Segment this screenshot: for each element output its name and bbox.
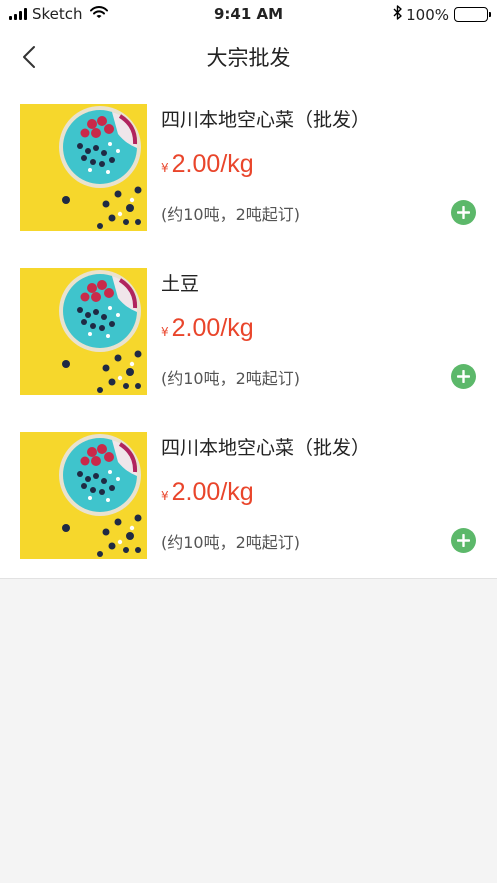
battery-icon	[454, 7, 491, 22]
product-image	[20, 104, 147, 231]
add-to-cart-button[interactable]	[451, 200, 476, 225]
price-unit: /kg	[220, 150, 254, 178]
product-note: (约10吨，2吨起订)	[161, 369, 301, 388]
price-unit: /kg	[220, 314, 254, 342]
product-image	[20, 432, 147, 559]
price-unit: /kg	[220, 478, 254, 506]
product-item[interactable]: 四川本地空心菜（批发） ¥ 2.00 /kg (约10吨，2吨起订)	[0, 412, 497, 576]
page-title: 大宗批发	[206, 46, 291, 70]
price-currency: ¥	[161, 325, 169, 339]
price-currency: ¥	[161, 489, 169, 503]
plus-icon	[457, 370, 470, 383]
add-to-cart-button[interactable]	[451, 528, 476, 553]
battery-percent: 100%	[406, 5, 449, 24]
plus-icon	[457, 206, 470, 219]
bluetooth-icon	[393, 5, 402, 24]
price-amount: 2.00	[171, 478, 221, 506]
add-to-cart-button[interactable]	[451, 364, 476, 389]
product-price: ¥ 2.00 /kg	[161, 150, 254, 179]
product-price: ¥ 2.00 /kg	[161, 478, 254, 507]
status-right: 100%	[393, 5, 491, 24]
product-name: 四川本地空心菜（批发）	[161, 437, 371, 459]
product-note: (约10吨，2吨起订)	[161, 533, 301, 552]
product-note: (约10吨，2吨起订)	[161, 205, 301, 224]
price-amount: 2.00	[171, 150, 221, 178]
price-amount: 2.00	[171, 314, 221, 342]
product-name: 四川本地空心菜（批发）	[161, 109, 371, 131]
product-item[interactable]: 四川本地空心菜（批发） ¥ 2.00 /kg (约10吨，2吨起订)	[0, 84, 497, 248]
product-name: 土豆	[161, 273, 200, 295]
product-list: 四川本地空心菜（批发） ¥ 2.00 /kg (约10吨，2吨起订) 土豆 ¥ …	[0, 84, 497, 579]
plus-icon	[457, 534, 470, 547]
product-image	[20, 268, 147, 395]
status-bar: Sketch 9:41 AM 100%	[0, 0, 497, 30]
product-item[interactable]: 土豆 ¥ 2.00 /kg (约10吨，2吨起订)	[0, 248, 497, 412]
price-currency: ¥	[161, 161, 169, 175]
product-price: ¥ 2.00 /kg	[161, 314, 254, 343]
nav-bar: 大宗批发	[0, 30, 497, 84]
